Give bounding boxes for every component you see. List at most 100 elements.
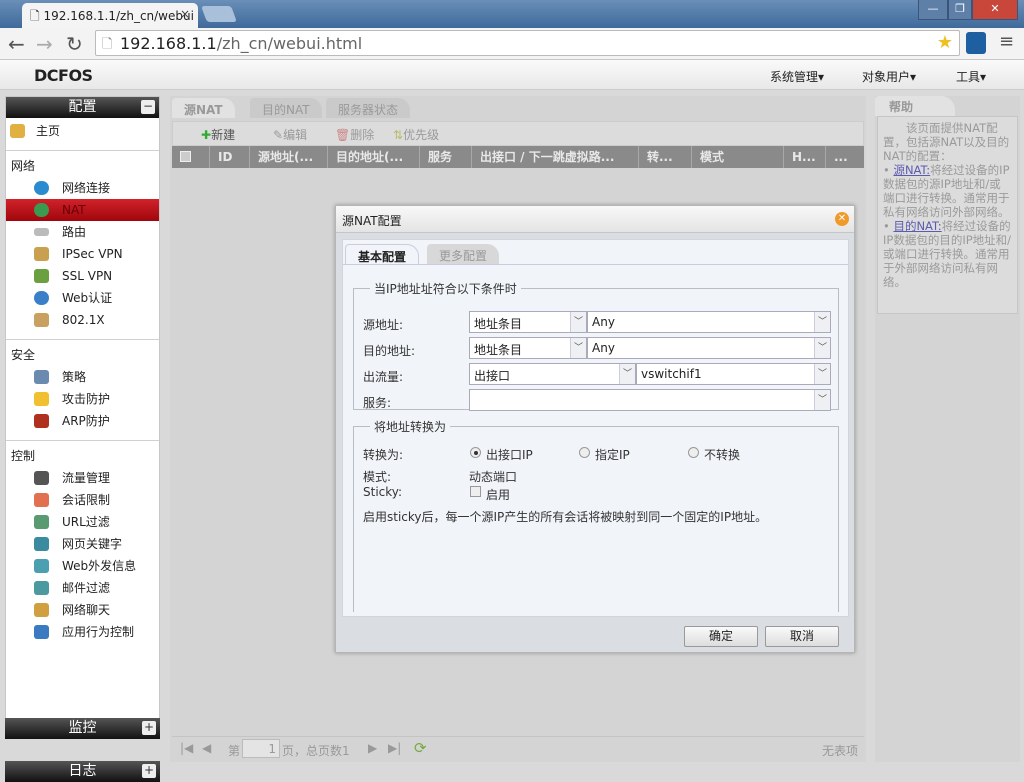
priority-icon: ⇅ [393,128,404,142]
forward-icon[interactable]: → [36,32,53,56]
dialog-titlebar[interactable]: 源NAT配置 ✕ [336,206,854,233]
radio-egress-ip-label[interactable]: 出接口IP [486,446,533,463]
next-page-icon[interactable]: ▶ [368,741,377,755]
sidebar-item-arp-defense[interactable]: ARP防护 [6,410,159,432]
sidebar-header-monitor[interactable]: 监控 + [5,718,160,739]
last-page-icon[interactable]: ▶| [388,741,401,755]
help-link-destination-nat[interactable]: 目的NAT: [893,219,941,233]
sidebar-item-nat[interactable]: NAT [6,199,159,221]
menu-object-users[interactable]: 对象用户▾ [862,68,916,85]
destination-address-label: 目的地址: [363,344,416,358]
tab-more-config[interactable]: 更多配置 [427,244,500,264]
sidebar-item-policy[interactable]: 策略 [6,366,159,388]
tab-destination-nat[interactable]: 目的NAT [250,98,322,118]
sidebar-item-ssl-vpn[interactable]: SSL VPN [6,265,159,287]
sidebar-item-url-filter[interactable]: URL过滤 [6,511,159,533]
tab-source-nat[interactable]: 源NAT [172,98,235,118]
sidebar-item-label: 攻击防护 [62,392,111,406]
sidebar-item-mail-filter[interactable]: 邮件过滤 [6,577,159,599]
browser-tab[interactable]: 🗋 192.168.1.1/zh_cn/webui × [22,3,198,28]
sidebar-group-network: 网络 [11,159,36,173]
collapse-icon[interactable]: − [141,100,155,114]
sidebar-item-web-post[interactable]: Web外发信息 [6,555,159,577]
expand-icon[interactable]: + [142,764,156,778]
new-button[interactable]: ✚新建 [201,126,235,143]
column-source-address[interactable]: 源地址(... [250,146,328,168]
window-close-button[interactable]: ✕ [972,0,1018,20]
new-tab-button[interactable] [201,6,237,22]
bookmark-star-icon[interactable]: ★ [937,32,953,53]
help-title: 帮助 [875,96,955,116]
column-id[interactable]: ID [210,146,250,168]
reload-icon[interactable]: ↻ [66,32,83,56]
sidebar-item-web-auth[interactable]: Web认证 [6,287,159,309]
sidebar-item-home[interactable]: 主页 [6,120,159,142]
help-link-source-nat[interactable]: 源NAT: [893,163,930,177]
close-icon[interactable]: ✕ [835,212,849,226]
page-input[interactable]: 1 [242,739,280,758]
refresh-icon[interactable]: ⟳ [414,739,427,757]
sidebar-header-config[interactable]: 配置 − [6,97,159,118]
destination-address-select[interactable]: Any ﹀ [587,337,831,359]
egress-type-select[interactable]: 出接口 ﹀ [469,363,636,385]
column-h[interactable]: H... [784,146,826,168]
first-page-icon[interactable]: |◀ [180,741,193,755]
sticky-checkbox[interactable] [470,486,481,497]
column-more[interactable]: ... [826,146,864,168]
sidebar-item-session-limit[interactable]: 会话限制 [6,489,159,511]
sidebar-header-log[interactable]: 日志 + [5,761,160,782]
url-host: 192.168.1.1 [120,34,217,53]
maximize-button[interactable]: ❐ [948,0,972,20]
browser-toolbar: ← → ↻ 🗋 192.168.1.1/zh_cn/webui.html ★ ≡ [0,28,1024,60]
source-address-select[interactable]: Any ﹀ [587,311,831,333]
back-icon[interactable]: ← [8,32,25,56]
sidebar-item-web-keyword[interactable]: 网页关键字 [6,533,159,555]
tab-server-status[interactable]: 服务器状态 [326,98,411,118]
column-mode[interactable]: 模式 [692,146,784,168]
select-all-checkbox[interactable] [172,146,210,168]
add-icon: ✚ [201,128,212,142]
address-bar[interactable]: 🗋 192.168.1.1/zh_cn/webui.html ★ [95,30,960,56]
menu-tools[interactable]: 工具▾ [956,68,986,85]
sidebar-item-ipsec-vpn[interactable]: IPSec VPN [6,243,159,265]
menu-system-management[interactable]: 系统管理▾ [770,68,824,85]
radio-specified-ip-label[interactable]: 指定IP [595,446,630,463]
expand-icon[interactable]: + [142,721,156,735]
column-service[interactable]: 服务 [420,146,472,168]
prev-page-icon[interactable]: ◀ [202,741,211,755]
sidebar-item-im[interactable]: 网络聊天 [6,599,159,621]
delete-button[interactable]: 🗑删除 [335,126,374,143]
minimize-button[interactable]: — [918,0,948,20]
radio-specified-ip[interactable] [579,447,590,458]
sidebar-item-attack-defense[interactable]: 攻击防护 [6,388,159,410]
edit-button[interactable]: ✎编辑 [273,126,307,143]
column-destination-address[interactable]: 目的地址(... [328,146,420,168]
column-egress[interactable]: 出接口 / 下一跳虚拟路... [472,146,639,168]
priority-button[interactable]: ⇅优先级 [393,126,439,143]
radio-no-translate-label[interactable]: 不转换 [704,446,740,463]
sidebar-item-label: IPSec VPN [62,247,123,261]
ok-button[interactable]: 确定 [684,626,758,647]
service-select[interactable]: ﹀ [469,389,831,411]
sidebar-item-routing[interactable]: 路由 [6,221,159,243]
sidebar-header-label: 监控 [68,720,97,736]
sidebar-item-network-connection[interactable]: 网络连接 [6,177,159,199]
destination-address-type-select[interactable]: 地址条目 ﹀ [469,337,587,359]
sidebar-item-label: 会话限制 [62,493,111,507]
sidebar-item-app-control[interactable]: 应用行为控制 [6,621,159,643]
tab-basic-config[interactable]: 基本配置 [345,244,420,264]
list-toolbar: ✚新建 ✎编辑 🗑删除 ⇅优先级 [172,121,864,146]
egress-interface-select[interactable]: vswitchif1 ﹀ [636,363,831,385]
extension-icon[interactable] [966,32,986,54]
menu-icon[interactable]: ≡ [999,31,1014,52]
cancel-button[interactable]: 取消 [765,626,839,647]
radio-no-translate[interactable] [688,447,699,458]
tab-title: 192.168.1.1/zh_cn/webui [43,9,194,23]
source-address-type-select[interactable]: 地址条目 ﹀ [469,311,587,333]
close-tab-icon[interactable]: × [180,7,190,21]
column-translate[interactable]: 转... [639,146,692,168]
sidebar-item-traffic-management[interactable]: 流量管理 [6,467,159,489]
sidebar-item-8021x[interactable]: 802.1X [6,309,159,331]
sticky-checkbox-label[interactable]: 启用 [486,486,510,503]
radio-egress-ip[interactable] [470,447,481,458]
